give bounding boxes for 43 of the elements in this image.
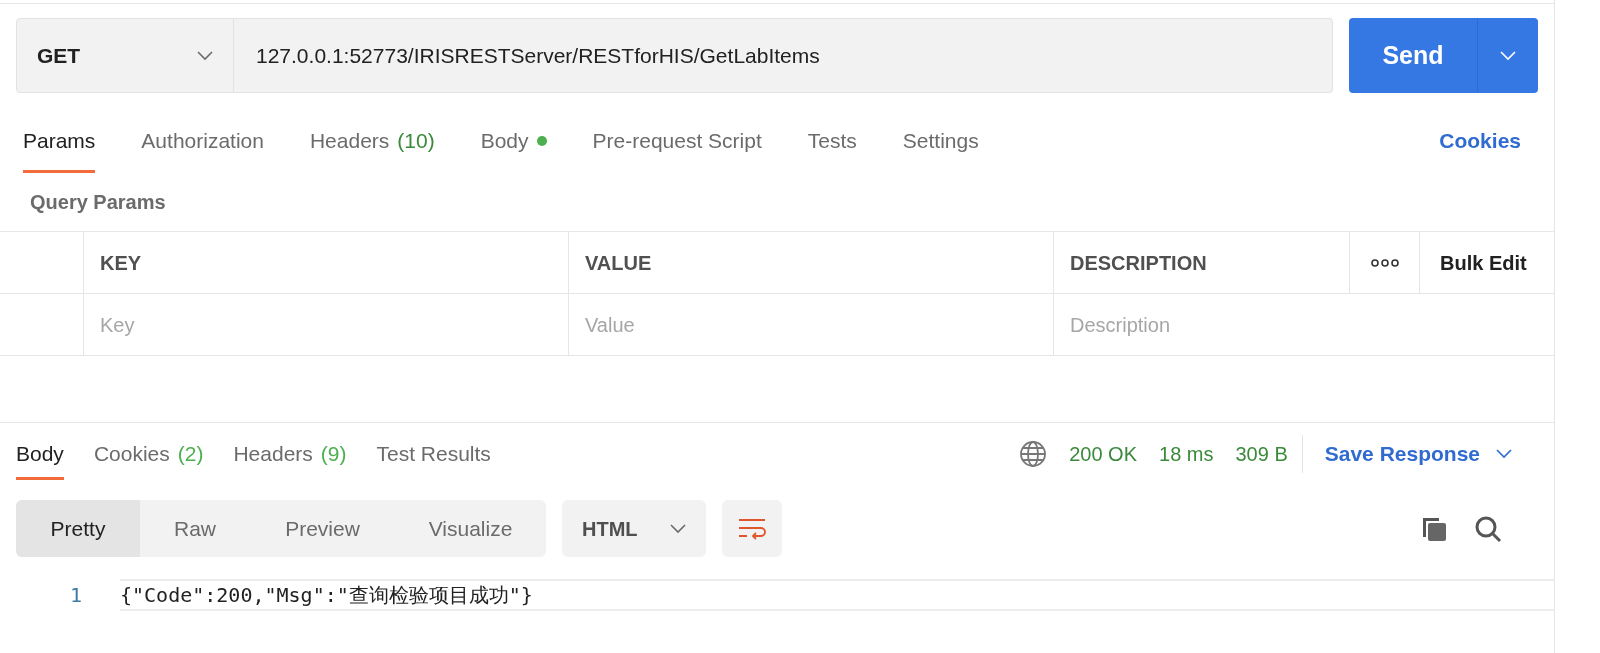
tab[interactable]: Headers (10)	[309, 111, 435, 171]
column-header: VALUE	[569, 232, 1054, 293]
tab[interactable]: Body	[480, 111, 547, 171]
view-mode-tab[interactable]: Raw	[140, 500, 250, 557]
url-field[interactable]: 127.0.0.1:52773/IRISRESTServer/RESTforHIS/GetLabItems	[234, 18, 1333, 93]
tab[interactable]: Headers (9)	[233, 423, 347, 484]
wrap-lines-button[interactable]	[722, 500, 782, 557]
response-time: 18 ms	[1159, 441, 1214, 467]
table-input-field[interactable]: Key	[84, 294, 569, 355]
column-header: DESCRIPTION	[1054, 232, 1350, 293]
table-input-field[interactable]: Description	[1054, 294, 1350, 355]
more-dots-icon	[1370, 257, 1399, 268]
method-select[interactable]: GET	[16, 18, 234, 93]
view-mode-tab[interactable]: Pretty	[16, 500, 140, 557]
save-response-button[interactable]: Save Response	[1324, 437, 1538, 470]
tab[interactable]: Pre-request Script	[592, 111, 762, 171]
chevron-down-icon	[670, 523, 686, 534]
tab[interactable]: Settings	[902, 111, 979, 171]
section-title: Query Params	[29, 190, 167, 215]
wrap-lines-icon	[737, 516, 767, 541]
column-header: KEY	[84, 232, 569, 293]
line-number: 1	[68, 582, 83, 609]
method-label: GET	[37, 42, 81, 69]
tab[interactable]: Tests	[807, 111, 857, 171]
tab[interactable]: Cookies (2)	[93, 423, 204, 484]
status-code: 200 OK	[1069, 441, 1137, 467]
response-size: 309 B	[1235, 434, 1303, 473]
language-select[interactable]: HTML	[562, 500, 706, 557]
chevron-down-icon	[1496, 448, 1512, 459]
chevron-down-icon	[197, 50, 213, 61]
search-icon[interactable]	[1474, 514, 1502, 543]
table-input-field[interactable]: Value	[569, 294, 1054, 355]
tab[interactable]: Test Results	[376, 423, 491, 484]
view-mode-tab[interactable]: Preview	[250, 500, 395, 557]
tab[interactable]: Params	[23, 111, 96, 171]
code-line: {"Code":200,"Msg":"查询检验项目成功"}	[120, 579, 1554, 611]
bulk-edit-button[interactable]: Bulk Edit	[1420, 232, 1554, 293]
globe-icon[interactable]	[1019, 439, 1048, 468]
tab[interactable]: Authorization	[141, 111, 264, 171]
cookies-link[interactable]: Cookies	[1439, 125, 1531, 157]
tab[interactable]: Body	[16, 423, 64, 484]
view-mode-tab[interactable]: Visualize	[395, 500, 546, 557]
chevron-down-icon	[1500, 50, 1516, 61]
